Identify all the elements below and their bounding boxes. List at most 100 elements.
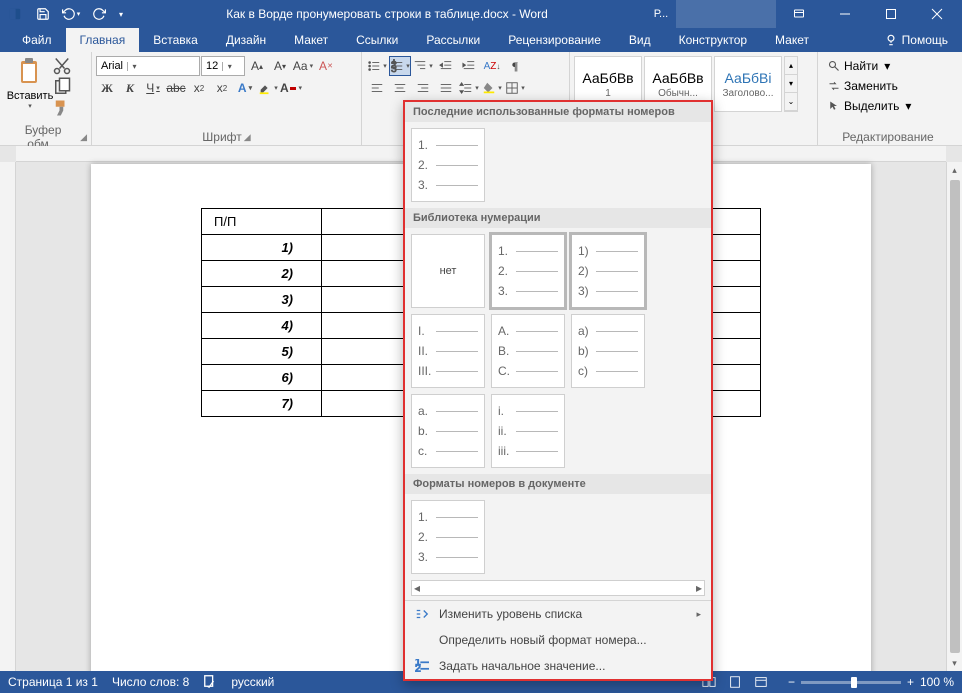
indoc-header: Форматы номеров в документе xyxy=(405,474,711,494)
quick-access-toolbar: ▾ ▾ xyxy=(2,0,128,28)
word-count[interactable]: Число слов: 8 xyxy=(112,675,189,689)
maximize-button[interactable] xyxy=(868,0,914,28)
svg-text:2—: 2— xyxy=(415,662,429,673)
show-marks-button[interactable]: ¶ xyxy=(504,56,526,76)
tab-home[interactable]: Главная xyxy=(66,28,140,52)
clipboard-icon xyxy=(14,56,46,88)
format-recent-decimal[interactable]: 1. 2. 3. xyxy=(411,128,485,202)
sort-button[interactable]: AZ↓ xyxy=(481,56,503,76)
vertical-ruler[interactable] xyxy=(0,162,16,671)
tab-file[interactable]: Файл xyxy=(8,28,66,52)
strike-button[interactable]: abc xyxy=(165,78,187,98)
paste-button[interactable]: Вставить ▾ xyxy=(8,54,52,110)
font-launcher[interactable]: ◢ xyxy=(244,132,251,143)
tab-mailings[interactable]: Рассылки xyxy=(412,28,494,52)
title-bar: ▾ ▾ Как в Ворде пронумеровать строки в т… xyxy=(0,0,962,28)
select-button[interactable]: Выделить▾ xyxy=(822,96,917,116)
tab-review[interactable]: Рецензирование xyxy=(494,28,615,52)
qat-customize[interactable]: ▾ xyxy=(114,1,128,27)
numbering-button[interactable]: 123▾ xyxy=(389,56,411,76)
zoom-out-button[interactable]: − xyxy=(788,675,795,689)
style-heading[interactable]: АаБбВіЗаголово... xyxy=(714,56,782,112)
font-color-button[interactable]: A▾ xyxy=(280,78,302,98)
vertical-scrollbar[interactable]: ▴▾ xyxy=(946,162,962,671)
format-roman-lower[interactable]: i. ii. iii. xyxy=(491,394,565,468)
define-new-format[interactable]: Определить новый формат номера... xyxy=(405,627,711,653)
decrease-indent-button[interactable] xyxy=(435,56,457,76)
tab-references[interactable]: Ссылки xyxy=(342,28,412,52)
format-decimal-paren[interactable]: 1) 2) 3) xyxy=(571,234,645,308)
minimize-button[interactable] xyxy=(822,0,868,28)
underline-button[interactable]: Ч▾ xyxy=(142,78,164,98)
tab-developer[interactable]: Конструктор xyxy=(665,28,761,52)
spell-check-icon[interactable] xyxy=(203,674,217,691)
tab-design[interactable]: Дизайн xyxy=(212,28,280,52)
subscript-button[interactable]: x2 xyxy=(188,78,210,98)
styles-scroll[interactable]: ▴▾⌄ xyxy=(784,56,798,112)
account-button[interactable]: Р... xyxy=(646,0,676,28)
language[interactable]: русский xyxy=(231,675,274,689)
change-list-level[interactable]: Изменить уровень списка▸ xyxy=(405,601,711,627)
word-icon xyxy=(2,1,28,27)
line-spacing-button[interactable]: ▾ xyxy=(458,78,480,98)
format-roman-upper[interactable]: I. II. III. xyxy=(411,314,485,388)
clipboard-launcher[interactable]: ◢ xyxy=(80,132,87,143)
copy-button[interactable] xyxy=(52,77,72,97)
find-button[interactable]: Найти▾ xyxy=(822,56,917,76)
grow-font-button[interactable]: A▴ xyxy=(246,56,268,76)
undo-button[interactable]: ▾ xyxy=(58,1,84,27)
clear-format-button[interactable]: A✕ xyxy=(315,56,337,76)
replace-button[interactable]: Заменить xyxy=(822,76,917,96)
library-header: Библиотека нумерации xyxy=(405,208,711,228)
format-indoc-decimal[interactable]: 1. 2. 3. xyxy=(411,500,485,574)
borders-button[interactable]: ▾ xyxy=(504,78,526,98)
highlight-button[interactable]: ▾ xyxy=(257,78,279,98)
font-size-combo[interactable]: 12▾ xyxy=(201,56,245,76)
group-editing: Найти▾ Заменить Выделить▾ Редактирование xyxy=(818,52,958,145)
format-none[interactable]: нет xyxy=(411,234,485,308)
align-right-button[interactable] xyxy=(412,78,434,98)
close-button[interactable] xyxy=(914,0,960,28)
format-alpha-lower[interactable]: a. b. c. xyxy=(411,394,485,468)
shrink-font-button[interactable]: A▾ xyxy=(269,56,291,76)
format-painter-button[interactable] xyxy=(52,98,72,118)
shading-button[interactable]: ▾ xyxy=(481,78,503,98)
tab-table-layout[interactable]: Макет xyxy=(761,28,823,52)
format-decimal-dot[interactable]: 1. 2. 3. xyxy=(491,234,565,308)
align-left-button[interactable] xyxy=(366,78,388,98)
dropdown-scroll[interactable]: ◂▸ xyxy=(411,580,705,596)
tab-insert[interactable]: Вставка xyxy=(139,28,212,52)
tab-view[interactable]: Вид xyxy=(615,28,665,52)
format-alpha-upper[interactable]: A. B. C. xyxy=(491,314,565,388)
bullets-button[interactable]: ▾ xyxy=(366,56,388,76)
cut-button[interactable] xyxy=(52,56,72,76)
change-case-button[interactable]: Aa▾ xyxy=(292,56,314,76)
numbering-dropdown: Последние использованные форматы номеров… xyxy=(403,100,713,681)
zoom-controls: − + 100 % xyxy=(788,675,954,689)
redo-button[interactable] xyxy=(86,1,112,27)
print-layout-button[interactable] xyxy=(722,672,748,692)
zoom-slider[interactable] xyxy=(801,681,901,684)
format-alpha-lower-paren[interactable]: a) b) c) xyxy=(571,314,645,388)
font-group-label: Шрифт xyxy=(202,130,241,144)
zoom-level[interactable]: 100 % xyxy=(920,675,954,689)
set-numbering-value[interactable]: 1—2—Задать начальное значение... xyxy=(405,653,711,679)
tab-layout[interactable]: Макет xyxy=(280,28,342,52)
superscript-button[interactable]: x2 xyxy=(211,78,233,98)
group-font: Arial▾ 12▾ A▴ A▾ Aa▾ A✕ Ж К Ч▾ abc x2 x2… xyxy=(92,52,362,145)
save-button[interactable] xyxy=(30,1,56,27)
italic-button[interactable]: К xyxy=(119,78,141,98)
page-count[interactable]: Страница 1 из 1 xyxy=(8,675,98,689)
ribbon-options-button[interactable] xyxy=(776,0,822,28)
increase-indent-button[interactable] xyxy=(458,56,480,76)
tell-me[interactable]: Помощь xyxy=(870,28,962,52)
text-effects-button[interactable]: A▾ xyxy=(234,78,256,98)
svg-text:3: 3 xyxy=(391,63,397,73)
align-center-button[interactable] xyxy=(389,78,411,98)
bold-button[interactable]: Ж xyxy=(96,78,118,98)
web-layout-button[interactable] xyxy=(748,672,774,692)
zoom-in-button[interactable]: + xyxy=(907,675,914,689)
font-name-combo[interactable]: Arial▾ xyxy=(96,56,200,76)
justify-button[interactable] xyxy=(435,78,457,98)
multilevel-button[interactable]: ▾ xyxy=(412,56,434,76)
